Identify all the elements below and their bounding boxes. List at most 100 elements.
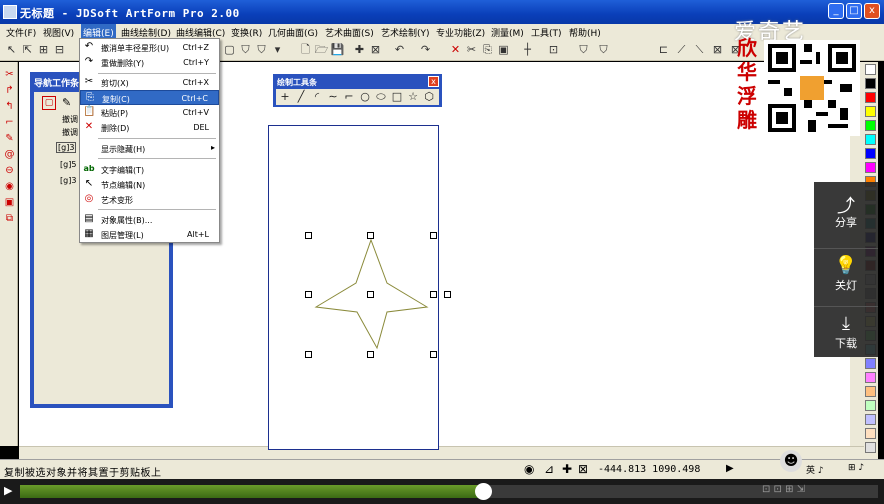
progress-knob[interactable] [475,483,492,500]
menu-item-delete[interactable]: ✕ 删除(D) DEL [80,120,219,135]
selection-handle[interactable] [305,291,312,298]
color-swatch[interactable] [865,148,876,159]
rect-tool-icon[interactable]: ▣ [3,196,16,209]
selection-handle[interactable] [367,232,374,239]
pen-tool-icon[interactable]: ✎ [3,132,16,145]
node-icon[interactable]: ▢ [42,96,56,110]
maximize-button[interactable]: □ [846,3,862,19]
add-icon[interactable]: ✚ [352,42,367,57]
group-icon[interactable]: ⊟ [52,42,67,57]
lights-off-button[interactable]: 💡 关灯 [814,248,878,293]
menu-item-text-edit[interactable]: ab 文字编辑(T) [80,162,219,177]
target-tool-icon[interactable]: ◉ [3,180,16,193]
new-file-icon[interactable]: 🗋 [298,42,313,57]
selection-handle[interactable] [430,351,437,358]
box-x-icon[interactable]: ⊠ [578,462,588,476]
save-icon[interactable]: 💾 [330,42,345,57]
selection-handle[interactable] [305,232,312,239]
color-swatch[interactable] [865,414,876,425]
copy-icon[interactable]: ⎘ [480,42,495,57]
menu-art-draw[interactable]: 艺术绘制(Y) [381,26,430,39]
nav-row[interactable]: 撤调 [62,127,78,138]
node-select-icon[interactable]: ⊞ [36,42,51,57]
menu-edit[interactable]: 编辑(E) [81,24,116,39]
menu-geometric-surface[interactable]: 几何曲面(G) [268,26,318,39]
selection-handle[interactable] [367,291,374,298]
menu-transform[interactable]: 变换(R) [231,26,262,39]
pointer-icon[interactable]: ⇱ [20,42,35,57]
menu-item-node-edit[interactable]: ↖ 节点编辑(N) [80,177,219,192]
menu-view[interactable]: 视图(V) [43,26,74,39]
corner-tool-icon[interactable]: ⌐ [3,116,16,129]
play-icon[interactable]: ▶ [726,463,734,474]
selection-handle[interactable] [305,351,312,358]
menu-tools[interactable]: 工具(T) [531,26,562,39]
play-icon[interactable]: ▶ [4,484,12,497]
line-tool-icon[interactable]: ╱ [294,90,308,104]
curve-tool-icon[interactable]: ↰ [3,100,16,113]
cut-icon[interactable]: ✂ [464,42,479,57]
color-swatch[interactable] [865,358,876,369]
layers-tool-icon[interactable]: ⧉ [3,212,16,225]
close-icon[interactable]: x [428,76,439,87]
circle-tool-icon[interactable]: ○ [358,90,372,104]
record-icon[interactable]: ◉ [524,462,534,476]
measure-icon[interactable]: ⊿ [544,462,554,476]
avatar[interactable]: ☻ [780,450,802,472]
menu-item-art-transform[interactable]: ◎ 艺术变形 [80,192,219,207]
ime-icon[interactable]: 英 ♪ [806,463,824,476]
close-button[interactable]: x [864,3,880,19]
star-selection[interactable] [300,228,456,362]
nav-row[interactable]: [g]5 [60,160,76,169]
color-swatch[interactable] [865,92,876,103]
redo-icon[interactable]: ↷ [418,42,433,57]
align-diag-icon[interactable]: ⟋ [674,42,689,57]
color-swatch[interactable] [865,386,876,397]
brush-icon[interactable]: ✎ [62,96,71,109]
menu-help[interactable]: 帮助(H) [569,26,601,39]
color-swatch[interactable] [865,442,876,453]
cup-icon[interactable]: ⛉ [254,42,269,57]
snap-icon[interactable]: ┼ [520,42,535,57]
grid-icon[interactable]: ⊡ [546,42,561,57]
nav-row[interactable]: 撤调 [62,114,78,125]
undo-icon[interactable]: ↶ [392,42,407,57]
selection-handle[interactable] [430,232,437,239]
video-progress-bar[interactable] [20,483,878,500]
color-swatch[interactable] [865,162,876,173]
menu-item-undo[interactable]: ↶ 撤消单丰径星形(U) Ctrl+Z [80,40,219,55]
selection-handle[interactable] [367,351,374,358]
plus-icon[interactable]: ✚ [562,462,572,476]
open-file-icon[interactable]: 🗁 [314,42,329,57]
rectangle-tool-icon[interactable]: □ [390,90,404,104]
menu-measure[interactable]: 测量(M) [491,26,524,39]
menu-item-layer-manage[interactable]: ▦ 图层管理(L) Alt+L [80,227,219,242]
select-arrow-icon[interactable]: ↖ [4,42,19,57]
ellipse-tool-icon[interactable]: ⊖ [3,164,16,177]
color-swatch[interactable] [865,372,876,383]
delete-icon[interactable]: ✕ [448,42,463,57]
scissors-tool-icon[interactable]: ✂ [3,68,16,81]
color-swatch[interactable] [865,120,876,131]
shape2-icon[interactable]: ⛉ [596,42,611,57]
menu-art-surface[interactable]: 艺术曲面(S) [325,26,374,39]
nav-row[interactable]: [g]3 [56,142,77,153]
color-swatch[interactable] [865,134,876,145]
align-diag2-icon[interactable]: ⟍ [692,42,707,57]
minimize-button[interactable]: _ [828,3,844,19]
box-x-icon[interactable]: ⊠ [368,42,383,57]
tray-icon[interactable]: ⊞ ♪ [848,463,864,473]
polyline-tool-icon[interactable]: ⌐ [342,90,356,104]
horizontal-scrollbar[interactable] [19,446,864,459]
menu-item-copy[interactable]: ⎘ 复制(C) Ctrl+C [80,90,219,105]
menu-item-show-hide[interactable]: 显示隐藏(H) ▸ [80,141,219,156]
color-swatch[interactable] [865,78,876,89]
menu-item-properties[interactable]: ▤ 对象属性(B)... [80,212,219,227]
menu-item-paste[interactable]: 📋 粘贴(P) Ctrl+V [80,105,219,120]
color-swatch[interactable] [865,400,876,411]
paste-icon[interactable]: ▣ [496,42,511,57]
menu-professional[interactable]: 专业功能(Z) [436,26,485,39]
rotation-handle[interactable] [444,291,451,298]
layer-icon[interactable]: ▢ [222,42,237,57]
arc-tool-icon[interactable]: ↱ [3,84,16,97]
